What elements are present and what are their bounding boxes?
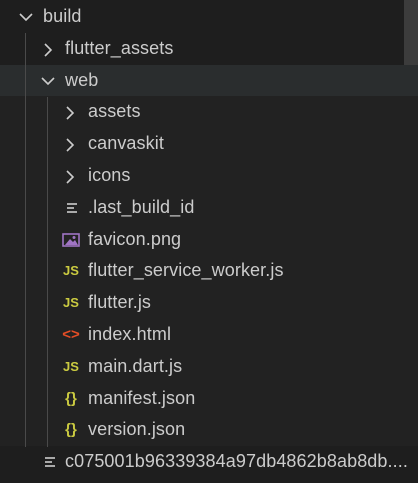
tree-item-manifest-json-file[interactable]: {} manifest.json (0, 382, 418, 415)
js-file-icon: JS (63, 358, 79, 374)
chevron-right-icon (64, 128, 78, 160)
tree-item-flutter-service-worker-js-file[interactable]: JS flutter_service_worker.js (0, 255, 418, 288)
tree-item-canvaskit-folder[interactable]: canvaskit (0, 128, 418, 160)
json-file-icon: {} (65, 389, 77, 407)
indent-guide (25, 33, 26, 447)
chevron-down-icon (41, 65, 55, 97)
tree-item-label: manifest.json (88, 387, 196, 408)
tree-item-flutter-assets-folder[interactable]: flutter_assets (0, 33, 418, 65)
tree-item-label: flutter.js (88, 292, 152, 313)
tree-item-favicon-png-file[interactable]: favicon.png (0, 223, 418, 256)
tree-item-flutter-js-file[interactable]: JS flutter.js (0, 287, 418, 319)
chevron-right-icon (64, 96, 78, 128)
tree-item-web-folder[interactable]: web (0, 64, 418, 97)
tree-item-index-html-file[interactable]: <> index.html (0, 318, 418, 351)
tree-item-label: flutter_service_worker.js (88, 260, 284, 281)
js-file-icon: JS (63, 295, 79, 311)
tree-item-label: icons (88, 164, 131, 185)
text-file-icon (40, 446, 60, 478)
indent-guide (47, 97, 48, 447)
tree-item-label: c075001b96339384a97db4862b8ab8db.... (65, 451, 408, 472)
tree-item-label: flutter_assets (65, 37, 174, 58)
tree-item-label: main.dart.js (88, 355, 183, 376)
tree-item-label: favicon.png (88, 228, 182, 249)
json-file-icon: {} (65, 421, 77, 439)
chevron-right-icon (42, 33, 56, 65)
image-file-icon (61, 224, 81, 256)
tree-item-label: index.html (88, 323, 172, 344)
tree-item-icons-folder[interactable]: icons (0, 159, 418, 192)
html-file-icon: <> (62, 325, 80, 343)
file-explorer-tree: build flutter_assets web assets canvaski… (0, 1, 418, 478)
tree-item-build-folder[interactable]: build (0, 1, 418, 33)
tree-item-label: web (65, 69, 99, 90)
tree-item-label: assets (88, 101, 141, 122)
tree-item-last-build-id-file[interactable]: .last_build_id (0, 191, 418, 224)
tree-item-assets-folder[interactable]: assets (0, 96, 418, 129)
tree-item-main-dart-js-file[interactable]: JS main.dart.js (0, 350, 418, 383)
tree-item-label: canvaskit (88, 133, 164, 154)
chevron-right-icon (64, 160, 78, 192)
tree-item-hash-file[interactable]: c075001b96339384a97db4862b8ab8db.... (0, 446, 418, 478)
chevron-down-icon (19, 1, 33, 33)
tree-item-version-json-file[interactable]: {} version.json (0, 414, 418, 447)
tree-item-label: .last_build_id (88, 196, 195, 217)
js-file-icon: JS (63, 263, 79, 279)
text-file-icon (62, 192, 82, 224)
tree-item-label: version.json (88, 419, 186, 440)
tree-item-label: build (43, 6, 82, 26)
